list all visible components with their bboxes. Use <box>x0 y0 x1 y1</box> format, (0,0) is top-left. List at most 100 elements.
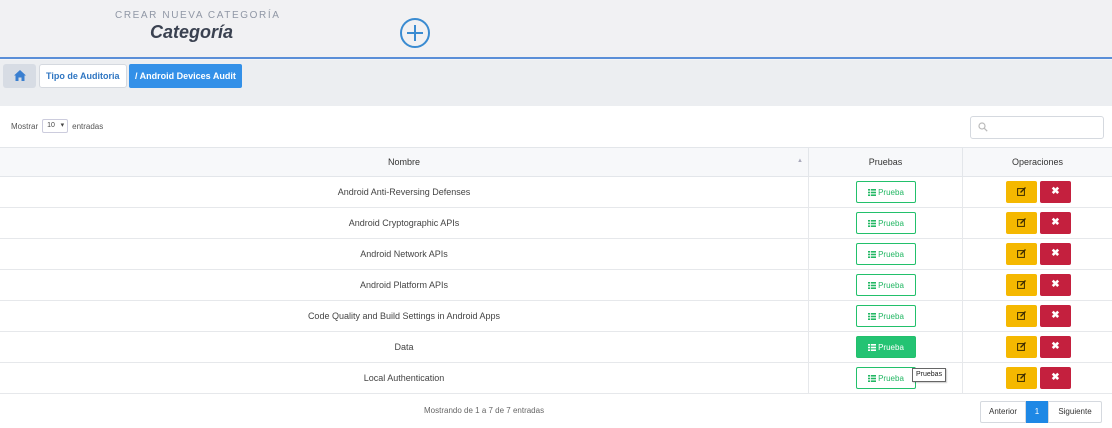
delete-button[interactable]: ✖ <box>1040 367 1071 389</box>
close-icon: ✖ <box>1051 310 1060 321</box>
table-row: Code Quality and Build Settings in Andro… <box>0 301 1112 332</box>
cell-pruebas: Prueba <box>808 208 962 238</box>
page-header: CREAR NUEVA CATEGORÍA Categoría <box>0 0 1112 59</box>
column-header-nombre[interactable]: Nombre <box>0 148 808 177</box>
cell-pruebas: Prueba <box>808 177 962 207</box>
delete-button[interactable]: ✖ <box>1040 181 1071 203</box>
prueba-button-label: Prueba <box>878 249 904 259</box>
cell-operaciones: ✖ <box>962 332 1112 362</box>
edit-icon <box>1017 249 1026 258</box>
edit-icon <box>1017 373 1026 382</box>
search-icon <box>978 122 988 132</box>
table-header: Nombre Pruebas Operaciones <box>0 147 1112 177</box>
tooltip: Pruebas <box>912 368 947 382</box>
prueba-button[interactable]: Prueba <box>856 367 916 389</box>
list-icon <box>868 281 877 289</box>
entries-label: entradas <box>72 121 104 131</box>
prueba-button[interactable]: Prueba <box>856 212 916 234</box>
next-page-button[interactable]: Siguiente <box>1048 401 1102 423</box>
cell-pruebas: Prueba <box>808 239 962 269</box>
edit-button[interactable] <box>1006 243 1037 265</box>
list-icon <box>868 343 877 351</box>
cell-pruebas: Prueba <box>808 270 962 300</box>
edit-button[interactable] <box>1006 274 1037 296</box>
edit-button[interactable] <box>1006 181 1037 203</box>
delete-button[interactable]: ✖ <box>1040 336 1071 358</box>
add-category-button[interactable] <box>400 18 430 48</box>
list-icon <box>868 188 877 196</box>
edit-button[interactable] <box>1006 212 1037 234</box>
delete-button[interactable]: ✖ <box>1040 305 1071 327</box>
breadcrumb-home[interactable] <box>3 64 36 88</box>
cell-nombre: Code Quality and Build Settings in Andro… <box>307 311 501 321</box>
prueba-button-label: Prueba <box>878 311 904 321</box>
cell-nombre: Data <box>394 342 414 352</box>
prueba-button-label: Prueba <box>878 342 904 352</box>
table-row: Android Network APIs Prueba ✖ <box>0 239 1112 270</box>
breadcrumb-android-devices-audit[interactable]: / Android Devices Audit <box>129 64 242 88</box>
column-header-operaciones[interactable]: Operaciones <box>962 148 1112 177</box>
close-icon: ✖ <box>1051 372 1060 383</box>
edit-button[interactable] <box>1006 367 1037 389</box>
close-icon: ✖ <box>1051 279 1060 290</box>
header-subtitle: CREAR NUEVA CATEGORÍA <box>115 10 281 21</box>
list-icon <box>868 312 877 320</box>
prueba-button[interactable]: Prueba <box>856 181 916 203</box>
table-info: Mostrando de 1 a 7 de 7 entradas <box>424 406 545 415</box>
prueba-button-label: Prueba <box>878 373 904 383</box>
list-icon <box>868 219 877 227</box>
edit-button[interactable] <box>1006 336 1037 358</box>
prueba-button[interactable]: Prueba <box>856 336 916 358</box>
prueba-button-label: Prueba <box>878 187 904 197</box>
previous-page-button[interactable]: Anterior <box>980 401 1026 423</box>
prueba-button-label: Prueba <box>878 280 904 290</box>
delete-button[interactable]: ✖ <box>1040 274 1071 296</box>
prueba-button-label: Prueba <box>878 218 904 228</box>
breadcrumb-tipo-auditoria[interactable]: Tipo de Auditoria <box>39 64 127 88</box>
list-icon <box>868 374 877 382</box>
cell-nombre: Local Authentication <box>363 373 445 383</box>
pagination: Anterior 1 Siguiente <box>980 401 1102 423</box>
table-row: Android Anti-Reversing Defenses Prueba ✖ <box>0 177 1112 208</box>
cell-nombre: Android Anti-Reversing Defenses <box>337 187 471 197</box>
delete-button[interactable]: ✖ <box>1040 243 1071 265</box>
list-icon <box>868 250 877 258</box>
table-row: Android Platform APIs Prueba ✖ <box>0 270 1112 301</box>
prueba-button[interactable]: Prueba <box>856 274 916 296</box>
cell-operaciones: ✖ <box>962 270 1112 300</box>
page-length-control: Mostrar 10 entradas <box>11 119 103 133</box>
home-icon <box>14 70 26 81</box>
edit-icon <box>1017 187 1026 196</box>
page-size-select[interactable]: 10 <box>42 119 69 133</box>
edit-icon <box>1017 342 1026 351</box>
show-label: Mostrar <box>11 121 39 131</box>
prueba-button[interactable]: Prueba <box>856 305 916 327</box>
close-icon: ✖ <box>1051 186 1060 197</box>
table-row: Data Prueba ✖ <box>0 332 1112 363</box>
prueba-button[interactable]: Prueba <box>856 243 916 265</box>
edit-icon <box>1017 218 1026 227</box>
edit-button[interactable] <box>1006 305 1037 327</box>
table-row: Android Cryptographic APIs Prueba ✖ <box>0 208 1112 239</box>
cell-pruebas: Prueba <box>808 301 962 331</box>
cell-nombre: Android Cryptographic APIs <box>348 218 460 228</box>
breadcrumb: Tipo de Auditoria / Android Devices Audi… <box>0 60 1112 106</box>
delete-button[interactable]: ✖ <box>1040 212 1071 234</box>
cell-operaciones: ✖ <box>962 208 1112 238</box>
edit-icon <box>1017 311 1026 320</box>
search-input[interactable] <box>970 116 1104 139</box>
cell-nombre: Android Platform APIs <box>359 280 449 290</box>
edit-icon <box>1017 280 1026 289</box>
sort-asc-icon[interactable]: ▲ <box>797 158 803 164</box>
column-header-pruebas[interactable]: Pruebas <box>808 148 962 177</box>
cell-pruebas: Prueba <box>808 332 962 362</box>
page-1-button[interactable]: 1 <box>1026 401 1048 423</box>
cell-operaciones: ✖ <box>962 239 1112 269</box>
cell-operaciones: ✖ <box>962 301 1112 331</box>
close-icon: ✖ <box>1051 217 1060 228</box>
close-icon: ✖ <box>1051 248 1060 259</box>
cell-nombre: Android Network APIs <box>360 249 448 259</box>
close-icon: ✖ <box>1051 341 1060 352</box>
cell-operaciones: ✖ <box>962 363 1112 393</box>
page-title: Categoría <box>150 22 234 42</box>
